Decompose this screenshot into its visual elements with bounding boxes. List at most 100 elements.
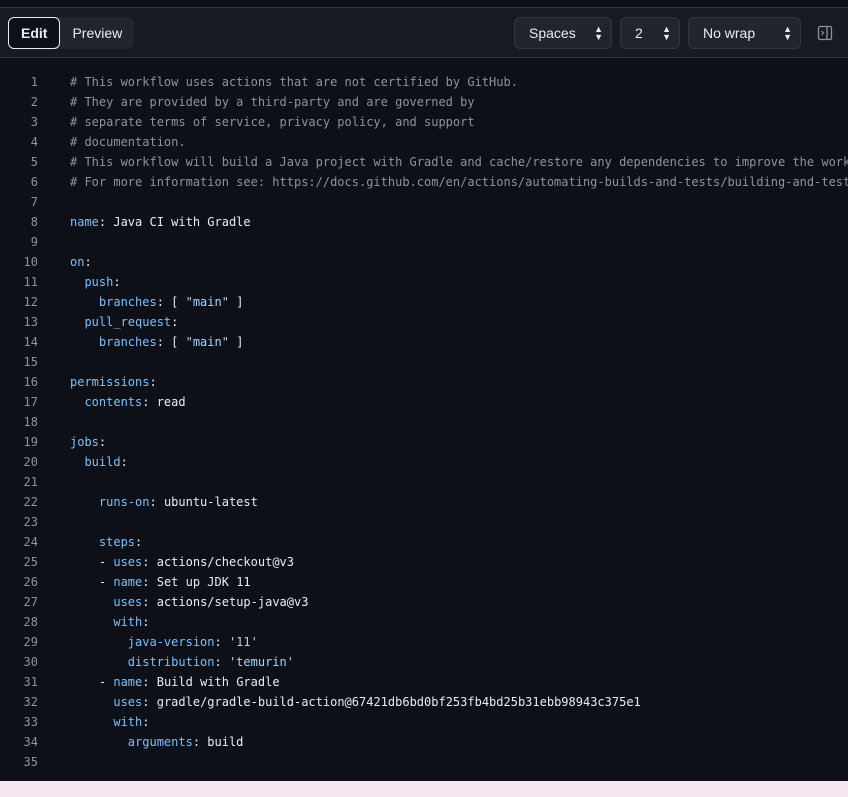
yaml-key: push (84, 275, 114, 289)
code-line: 33 with: (0, 712, 848, 732)
line-content: # They are provided by a third-party and… (70, 92, 475, 112)
line-number: 32 (23, 695, 38, 709)
code-line: 25 - uses: actions/checkout@v3 (0, 552, 848, 572)
indent-mode-select[interactable]: Spaces ▲ ▼ (514, 17, 612, 49)
yaml-comment: # This workflow will build a Java projec… (70, 155, 848, 169)
code-line: 16 permissions: (0, 372, 848, 392)
yaml-separator: : (149, 495, 164, 509)
yaml-separator: : (84, 255, 92, 269)
line-content: permissions: (70, 372, 157, 392)
yaml-separator: : (142, 615, 150, 629)
line-number: 2 (30, 95, 38, 109)
yaml-separator: : (142, 595, 157, 609)
line-number: 33 (23, 715, 38, 729)
line-number: 28 (23, 615, 38, 629)
code-line: 15 (0, 352, 848, 372)
line-content: # This workflow will build a Java projec… (70, 152, 848, 172)
yaml-separator: : (192, 735, 208, 749)
yaml-key: uses (113, 595, 143, 609)
line-number: 6 (30, 175, 38, 189)
line-content: - uses: actions/checkout@v3 (70, 552, 294, 572)
line-number: 16 (23, 375, 38, 389)
yaml-key: steps (98, 535, 136, 549)
tab-preview[interactable]: Preview (60, 17, 134, 49)
line-number: 25 (23, 555, 38, 569)
mode-tabs: Edit Preview (8, 17, 135, 49)
yaml-key: name (70, 215, 99, 229)
yaml-key: build (84, 455, 121, 469)
yaml-key: arguments (127, 735, 193, 749)
line-number: 18 (23, 415, 38, 429)
yaml-separator: : (113, 275, 121, 289)
line-content: arguments: build (70, 732, 244, 752)
yaml-key: distribution (127, 655, 215, 669)
yaml-key: name (113, 575, 143, 589)
line-number: 13 (23, 315, 38, 329)
yaml-separator: : (171, 315, 179, 329)
line-number: 17 (23, 395, 38, 409)
code-line: 23 (0, 512, 848, 532)
yaml-value: actions/checkout@v3 (156, 555, 294, 569)
yaml-key: java-version (127, 635, 215, 649)
code-line: 11 push: (0, 272, 848, 292)
code-line: 22 runs-on: ubuntu-latest (0, 492, 848, 512)
line-content: with: (70, 612, 150, 632)
select-arrows-icon: ▲ ▼ (662, 24, 671, 42)
yaml-key: on (70, 255, 85, 269)
line-number: 5 (30, 155, 38, 169)
yaml-value: gradle/gradle-build-action@67421db6bd0bf… (156, 695, 641, 709)
yaml-separator: : (149, 375, 157, 389)
tab-edit[interactable]: Edit (8, 17, 61, 49)
wrap-mode-select[interactable]: No wrap ▲ ▼ (688, 17, 801, 49)
yaml-separator: : (120, 455, 128, 469)
yaml-value: Java CI with Gradle (113, 215, 251, 229)
yaml-value: build (207, 735, 244, 749)
yaml-comment: # They are provided by a third-party and… (70, 95, 475, 109)
code-line: 12 branches: [ "main" ] (0, 292, 848, 312)
line-number: 8 (30, 215, 38, 229)
yaml-key: uses (113, 695, 143, 709)
yaml-key: with (113, 615, 143, 629)
line-number: 26 (23, 575, 38, 589)
code-line: 20 build: (0, 452, 848, 472)
yaml-separator: : (98, 215, 114, 229)
line-content: build: (70, 452, 128, 472)
line-content: branches: [ "main" ] (70, 292, 244, 312)
code-line: 8 name: Java CI with Gradle (0, 212, 848, 232)
line-content: name: Java CI with Gradle (70, 212, 251, 232)
line-content: uses: actions/setup-java@v3 (70, 592, 308, 612)
select-arrows-icon: ▲ ▼ (783, 24, 792, 42)
yaml-value: read (156, 395, 186, 409)
yaml-separator: : (142, 695, 157, 709)
line-content: java-version: '11' (70, 632, 258, 652)
yaml-trailing: ] (228, 335, 244, 349)
line-content: # This workflow uses actions that are no… (70, 72, 518, 92)
line-content: - name: Set up JDK 11 (70, 572, 251, 592)
code-line: 30 distribution: 'temurin' (0, 652, 848, 672)
code-area[interactable]: 1 # This workflow uses actions that are n… (0, 65, 848, 782)
yaml-key: branches (98, 295, 157, 309)
line-number: 1 (30, 75, 38, 89)
yaml-separator: : (142, 395, 157, 409)
sidebar-toggle-button[interactable] (813, 21, 837, 45)
line-number: 21 (23, 475, 38, 489)
yaml-key: name (113, 675, 143, 689)
line-number: 22 (23, 495, 38, 509)
line-number: 23 (23, 515, 38, 529)
yaml-key: runs-on (98, 495, 150, 509)
line-content: jobs: (70, 432, 106, 452)
line-content: with: (70, 712, 149, 732)
line-number: 3 (30, 115, 38, 129)
yaml-key: permissions (70, 375, 150, 389)
yaml-separator: : (142, 575, 157, 589)
code-line: 35 (0, 752, 848, 772)
indent-size-select[interactable]: 2 ▲ ▼ (620, 17, 680, 49)
line-content: # For more information see: https://docs… (70, 172, 848, 192)
yaml-value: 'temurin' (228, 655, 294, 669)
sidebar-toggle-icon (817, 25, 833, 41)
